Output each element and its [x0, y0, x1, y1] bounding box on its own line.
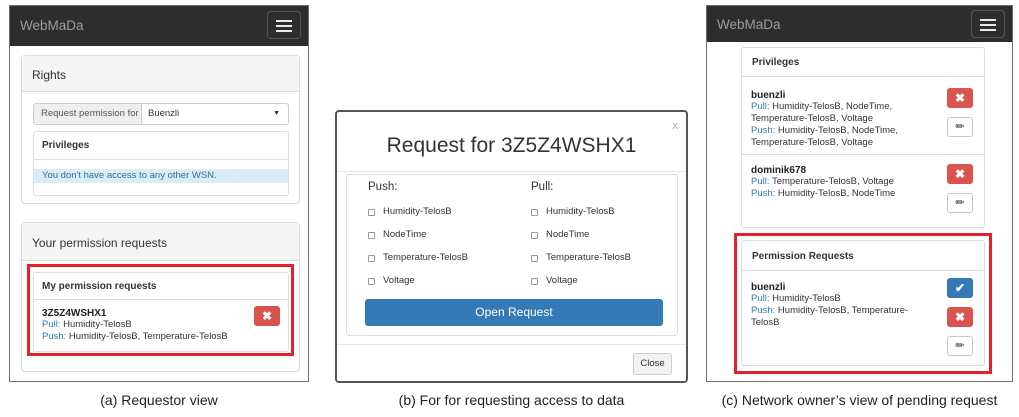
request-permission-group: Request permission for Buenzli ▼	[33, 103, 289, 125]
brand-logo[interactable]: WebMaDa	[717, 17, 781, 32]
pull-option-label: NodeTime	[546, 229, 590, 240]
request-modal-screenshot: x Request for 3Z5Z4WSHX1 Push: Pull: Hum…	[335, 110, 688, 383]
modal-divider	[337, 171, 686, 172]
menu-toggle-icon[interactable]	[267, 11, 301, 39]
close-button[interactable]: Close	[633, 353, 672, 375]
user-row-dominik678: dominik678 Pull: Temperature-TelosB, Vol…	[742, 156, 984, 226]
pull-option-checkbox[interactable]	[531, 278, 538, 285]
user-name: dominik678	[751, 165, 807, 176]
network-owner-view-screenshot: WebMaDa Privileges buenzli Pull: Humidit…	[706, 5, 1013, 382]
user-pull-cont: Temperature-TelosB, Voltage	[751, 113, 873, 124]
edit-user-button[interactable]: ✏	[947, 193, 973, 213]
user-pull: Pull: Temperature-TelosB, Voltage	[751, 176, 894, 187]
user-row-buenzli: buenzli Pull: Humidity-TelosB, NodeTime,…	[742, 81, 984, 155]
privileges-title: Privileges	[42, 140, 90, 151]
highlight-box-my-requests	[27, 264, 294, 356]
privileges-subpanel: Privileges You don't have access to any …	[33, 131, 289, 196]
requestor-view-screenshot: WebMaDa Rights Request permission for Bu…	[9, 5, 309, 382]
highlight-box-permission-requests	[734, 233, 992, 374]
push-option-checkbox[interactable]	[368, 232, 375, 239]
user-push-cont: Temperature-TelosB, Voltage	[751, 137, 873, 148]
delete-user-button[interactable]: ✖	[947, 164, 973, 184]
pull-option-label: Voltage	[546, 275, 578, 286]
delete-user-button[interactable]: ✖	[947, 88, 973, 108]
caret-down-icon: ▼	[273, 110, 280, 117]
close-button-label: Close	[640, 358, 665, 369]
pull-option-label: Humidity-TelosB	[546, 206, 615, 217]
privileges-heading: Privileges	[742, 48, 984, 77]
caption-c: (c) Network owner’s view of pending requ…	[721, 392, 998, 408]
pull-option-checkbox[interactable]	[531, 232, 538, 239]
user-push: Push: Humidity-TelosB, NodeTime,	[751, 125, 898, 136]
user-pull: Pull: Humidity-TelosB, NodeTime,	[751, 101, 893, 112]
no-access-message: You don't have access to any other WSN.	[42, 170, 217, 181]
caption-a: (a) Requestor view	[100, 392, 218, 408]
your-requests-title: Your permission requests	[32, 236, 167, 250]
rights-title: Rights	[32, 68, 67, 82]
caption-b: (b) For for requesting access to data	[398, 392, 625, 408]
push-option-label: Humidity-TelosB	[383, 206, 452, 217]
modal-title: Request for 3Z5Z4WSHX1	[386, 134, 637, 157]
privileges-title: Privileges	[752, 57, 800, 68]
push-option-checkbox[interactable]	[368, 278, 375, 285]
user-name: buenzli	[751, 90, 786, 101]
push-option-label: Voltage	[383, 275, 415, 286]
rights-heading: Rights	[22, 56, 299, 92]
pull-header: Pull:	[531, 181, 554, 193]
navbar: WebMaDa	[10, 6, 308, 46]
privileges-panel: Privileges buenzli Pull: Humidity-TelosB…	[741, 47, 985, 228]
request-permission-addon: Request permission for	[34, 104, 142, 124]
pull-option-label: Temperature-TelosB	[546, 252, 632, 263]
open-request-button[interactable]: Open Request	[365, 299, 663, 326]
no-access-alert: You don't have access to any other WSN.	[34, 169, 288, 183]
request-permission-label: Request permission for	[41, 108, 139, 119]
close-x-icon[interactable]: x	[673, 120, 679, 132]
modal-footer: Close	[337, 344, 686, 381]
user-select-value: Buenzli	[148, 108, 180, 119]
rights-panel: Rights Request permission for Buenzli ▼ …	[21, 55, 300, 204]
options-well: Push: Pull: Humidity-TelosB NodeTime Tempe…	[346, 174, 678, 336]
user-push: Push: Humidity-TelosB, NodeTime	[751, 188, 896, 199]
user-select[interactable]: Buenzli ▼	[142, 104, 288, 124]
push-header: Push:	[368, 181, 398, 193]
push-option-label: Temperature-TelosB	[383, 252, 469, 263]
brand-logo[interactable]: WebMaDa	[20, 18, 84, 33]
privileges-heading: Privileges	[34, 132, 288, 160]
push-option-checkbox[interactable]	[368, 255, 375, 262]
pull-option-checkbox[interactable]	[531, 209, 538, 216]
open-request-label: Open Request	[475, 305, 553, 319]
pull-option-checkbox[interactable]	[531, 255, 538, 262]
push-option-label: NodeTime	[383, 229, 427, 240]
menu-toggle-icon[interactable]	[971, 10, 1005, 38]
your-requests-heading: Your permission requests	[22, 223, 299, 261]
edit-user-button[interactable]: ✏	[947, 117, 973, 137]
push-option-checkbox[interactable]	[368, 209, 375, 216]
navbar: WebMaDa	[707, 6, 1012, 42]
